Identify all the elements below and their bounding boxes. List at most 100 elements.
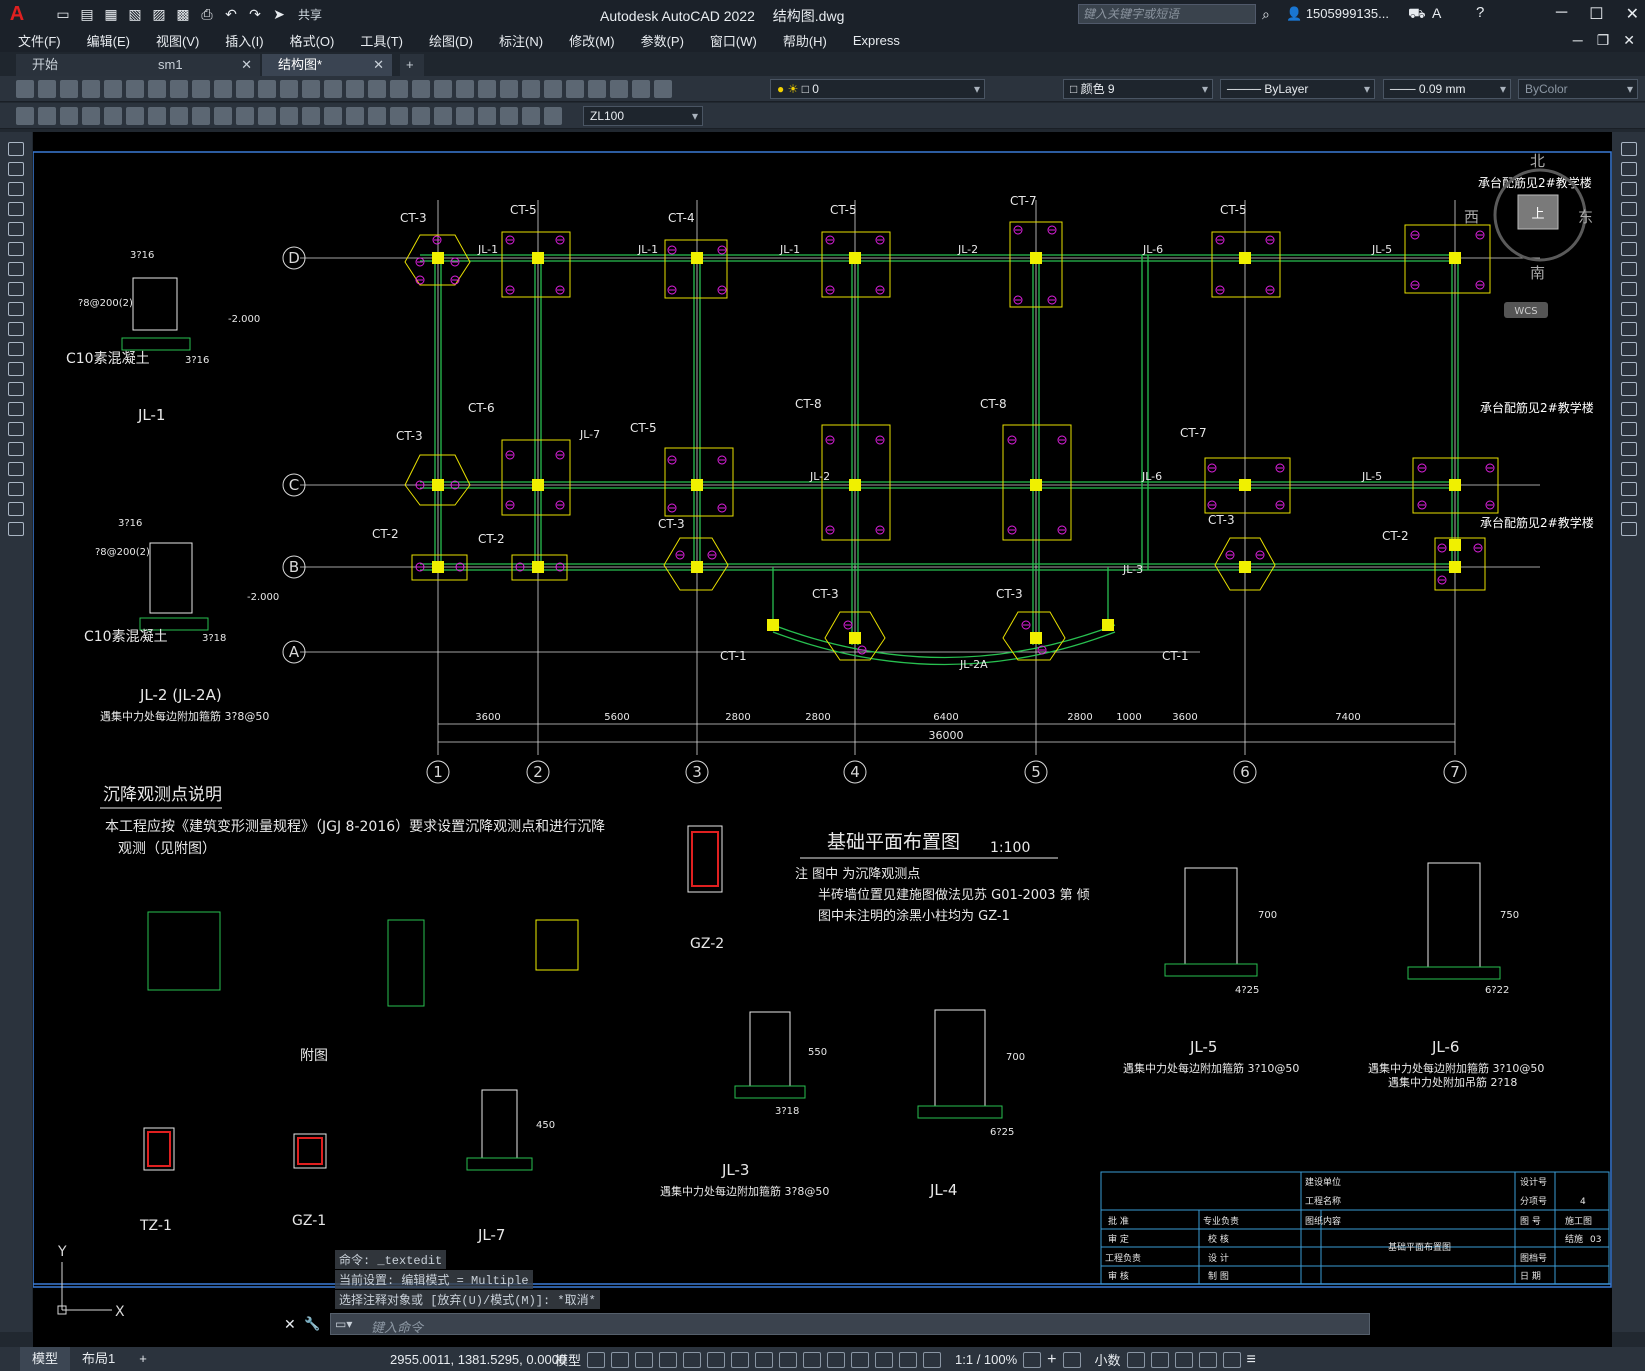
modify-tool-icon[interactable] bbox=[1621, 302, 1637, 316]
menu-dimension[interactable]: 标注(N) bbox=[499, 31, 543, 50]
modify-tool-icon[interactable] bbox=[1621, 342, 1637, 356]
standard-tool-icon[interactable] bbox=[16, 80, 34, 98]
dimension-tool-icon[interactable] bbox=[236, 107, 254, 125]
draw-tool-icon[interactable] bbox=[8, 302, 24, 316]
draw-tool-icon[interactable] bbox=[8, 402, 24, 416]
selection-filter-icon[interactable] bbox=[851, 1351, 870, 1368]
ortho-icon[interactable] bbox=[635, 1351, 654, 1368]
standard-tool-icon[interactable] bbox=[170, 80, 188, 98]
clean-screen-icon[interactable] bbox=[1222, 1351, 1241, 1368]
polar-icon[interactable] bbox=[659, 1351, 678, 1368]
new-tab-button[interactable]: + bbox=[400, 54, 424, 76]
units-icon[interactable] bbox=[1062, 1351, 1081, 1368]
close-command-icon[interactable]: ✕ bbox=[284, 1316, 296, 1333]
modify-tool-icon[interactable] bbox=[1621, 222, 1637, 236]
menu-parametric[interactable]: 参数(P) bbox=[641, 31, 684, 50]
modify-tool-icon[interactable] bbox=[1621, 462, 1637, 476]
dimension-tool-icon[interactable] bbox=[456, 107, 474, 125]
standard-tool-icon[interactable] bbox=[632, 80, 650, 98]
dimension-tool-icon[interactable] bbox=[522, 107, 540, 125]
modify-tool-icon[interactable] bbox=[1621, 402, 1637, 416]
lock-ui-icon[interactable] bbox=[1150, 1351, 1169, 1368]
menu-view[interactable]: 视图(V) bbox=[156, 31, 199, 50]
modify-tool-icon[interactable] bbox=[1621, 382, 1637, 396]
lineweight-combo[interactable]: ─── 0.09 mm ▾ bbox=[1383, 79, 1511, 99]
draw-tool-icon[interactable] bbox=[8, 502, 24, 516]
dimension-tool-icon[interactable] bbox=[148, 107, 166, 125]
standard-tool-icon[interactable] bbox=[456, 80, 474, 98]
menu-express[interactable]: Express bbox=[853, 33, 900, 48]
help-icon[interactable]: ? bbox=[1476, 4, 1484, 21]
plot-icon[interactable]: ⎙ bbox=[198, 6, 216, 22]
draw-tool-icon[interactable] bbox=[8, 222, 24, 236]
linetype-combo[interactable]: ──── ByLayer ▾ bbox=[1220, 79, 1375, 99]
cart-icon[interactable]: ⛟ bbox=[1408, 5, 1426, 24]
menu-tools[interactable]: 工具(T) bbox=[360, 31, 403, 50]
modify-tool-icon[interactable] bbox=[1621, 362, 1637, 376]
menu-edit[interactable]: 编辑(E) bbox=[87, 31, 130, 50]
menu-format[interactable]: 格式(O) bbox=[290, 31, 335, 50]
new-file-icon[interactable]: ▭ bbox=[54, 6, 72, 22]
dimension-tool-icon[interactable] bbox=[214, 107, 232, 125]
tab-sm1[interactable]: sm1 ✕ bbox=[142, 54, 260, 76]
modify-tool-icon[interactable] bbox=[1621, 162, 1637, 176]
dimension-tool-icon[interactable] bbox=[82, 107, 100, 125]
draw-tool-icon[interactable] bbox=[8, 262, 24, 276]
textstyle-combo[interactable]: ZL100 ▾ bbox=[583, 106, 703, 126]
add-layout-button[interactable]: + bbox=[127, 1347, 159, 1371]
draw-tool-icon[interactable] bbox=[8, 322, 24, 336]
quick-properties-icon[interactable] bbox=[1126, 1351, 1145, 1368]
dimension-tool-icon[interactable] bbox=[346, 107, 364, 125]
redo-icon[interactable]: ↷ bbox=[246, 6, 264, 22]
doc-close-icon[interactable]: ✕ bbox=[1623, 32, 1635, 49]
minimize-icon[interactable]: ─ bbox=[1556, 4, 1567, 24]
close-tab-icon[interactable]: ✕ bbox=[241, 54, 252, 76]
draw-tool-icon[interactable] bbox=[8, 182, 24, 196]
auto-scale-icon[interactable] bbox=[923, 1351, 942, 1368]
dimension-tool-icon[interactable] bbox=[126, 107, 144, 125]
standard-tool-icon[interactable] bbox=[280, 80, 298, 98]
web-save-icon[interactable]: ▩ bbox=[174, 6, 192, 22]
save-as-icon[interactable]: ▧ bbox=[126, 6, 144, 22]
plus-icon[interactable]: + bbox=[1047, 1351, 1056, 1369]
draw-tool-icon[interactable] bbox=[8, 202, 24, 216]
user-account[interactable]: 👤 1505999135... bbox=[1286, 6, 1389, 22]
draw-tool-icon[interactable] bbox=[8, 382, 24, 396]
draw-tool-icon[interactable] bbox=[8, 342, 24, 356]
draw-tool-icon[interactable] bbox=[8, 362, 24, 376]
dimension-tool-icon[interactable] bbox=[500, 107, 518, 125]
dimension-tool-icon[interactable] bbox=[104, 107, 122, 125]
selection-cycling-icon[interactable] bbox=[779, 1351, 798, 1368]
graphics-performance-icon[interactable] bbox=[1198, 1351, 1217, 1368]
modify-tool-icon[interactable] bbox=[1621, 522, 1637, 536]
tab-model[interactable]: 模型 bbox=[20, 1347, 71, 1371]
search-input[interactable]: 键入关键字或短语 bbox=[1078, 4, 1256, 24]
draw-tool-icon[interactable] bbox=[8, 422, 24, 436]
modify-tool-icon[interactable] bbox=[1621, 502, 1637, 516]
menu-help[interactable]: 帮助(H) bbox=[783, 31, 827, 50]
standard-tool-icon[interactable] bbox=[214, 80, 232, 98]
tab-structure[interactable]: 结构图* ✕ bbox=[262, 54, 392, 76]
standard-tool-icon[interactable] bbox=[148, 80, 166, 98]
snap-icon[interactable] bbox=[611, 1351, 630, 1368]
layer-combo[interactable]: ● ☀ □ 0 ▾ bbox=[770, 79, 985, 99]
standard-tool-icon[interactable] bbox=[104, 80, 122, 98]
dimension-tool-icon[interactable] bbox=[258, 107, 276, 125]
gizmo-icon[interactable] bbox=[875, 1351, 894, 1368]
plotstyle-combo[interactable]: ByColor ▾ bbox=[1518, 79, 1638, 99]
standard-tool-icon[interactable] bbox=[500, 80, 518, 98]
doc-restore-icon[interactable]: ❐ bbox=[1597, 32, 1610, 49]
dimension-tool-icon[interactable] bbox=[544, 107, 562, 125]
dimension-tool-icon[interactable] bbox=[434, 107, 452, 125]
standard-tool-icon[interactable] bbox=[654, 80, 672, 98]
dimension-tool-icon[interactable] bbox=[280, 107, 298, 125]
draw-tool-icon[interactable] bbox=[8, 242, 24, 256]
draw-tool-icon[interactable] bbox=[8, 482, 24, 496]
dimension-tool-icon[interactable] bbox=[170, 107, 188, 125]
modify-tool-icon[interactable] bbox=[1621, 442, 1637, 456]
gear-icon[interactable] bbox=[1023, 1351, 1042, 1368]
standard-tool-icon[interactable] bbox=[258, 80, 276, 98]
dynamic-ucs-icon[interactable] bbox=[827, 1351, 846, 1368]
osnap-icon[interactable] bbox=[707, 1351, 726, 1368]
3d-osnap-icon[interactable] bbox=[803, 1351, 822, 1368]
